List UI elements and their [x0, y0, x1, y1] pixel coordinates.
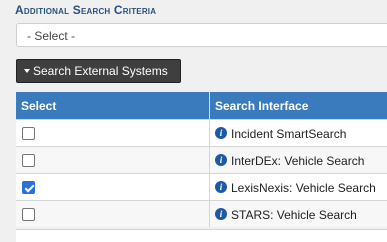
- table-bottom-edge: [16, 229, 387, 242]
- search-interface-table: Select Search Interface i Incident SmartS…: [16, 92, 387, 227]
- section-title: Additional Search Criteria: [15, 3, 156, 17]
- info-icon[interactable]: i: [215, 181, 227, 193]
- info-icon[interactable]: i: [215, 208, 227, 220]
- select-checkbox[interactable]: [22, 181, 35, 194]
- caret-down-icon: [24, 69, 30, 73]
- column-header-search-interface: Search Interface: [210, 92, 387, 120]
- info-icon[interactable]: i: [215, 127, 227, 139]
- interface-label: STARS: Vehicle Search: [231, 207, 357, 221]
- info-icon[interactable]: i: [215, 154, 227, 166]
- search-external-systems-label: Search External Systems: [33, 64, 168, 78]
- search-external-systems-button[interactable]: Search External Systems: [16, 59, 181, 83]
- table-row: i LexisNexis: Vehicle Search: [16, 174, 387, 201]
- table-row: i Incident SmartSearch: [16, 120, 387, 147]
- table-row: i STARS: Vehicle Search: [16, 201, 387, 228]
- column-header-select: Select: [16, 92, 210, 120]
- select-checkbox[interactable]: [22, 208, 35, 221]
- select-checkbox[interactable]: [22, 127, 35, 140]
- table-row: i InterDEx: Vehicle Search: [16, 147, 387, 174]
- interface-label: Incident SmartSearch: [231, 126, 346, 140]
- interface-label: LexisNexis: Vehicle Search: [231, 180, 376, 194]
- interface-label: InterDEx: Vehicle Search: [231, 153, 364, 167]
- select-checkbox[interactable]: [22, 154, 35, 167]
- criteria-select[interactable]: - Select -: [16, 23, 387, 47]
